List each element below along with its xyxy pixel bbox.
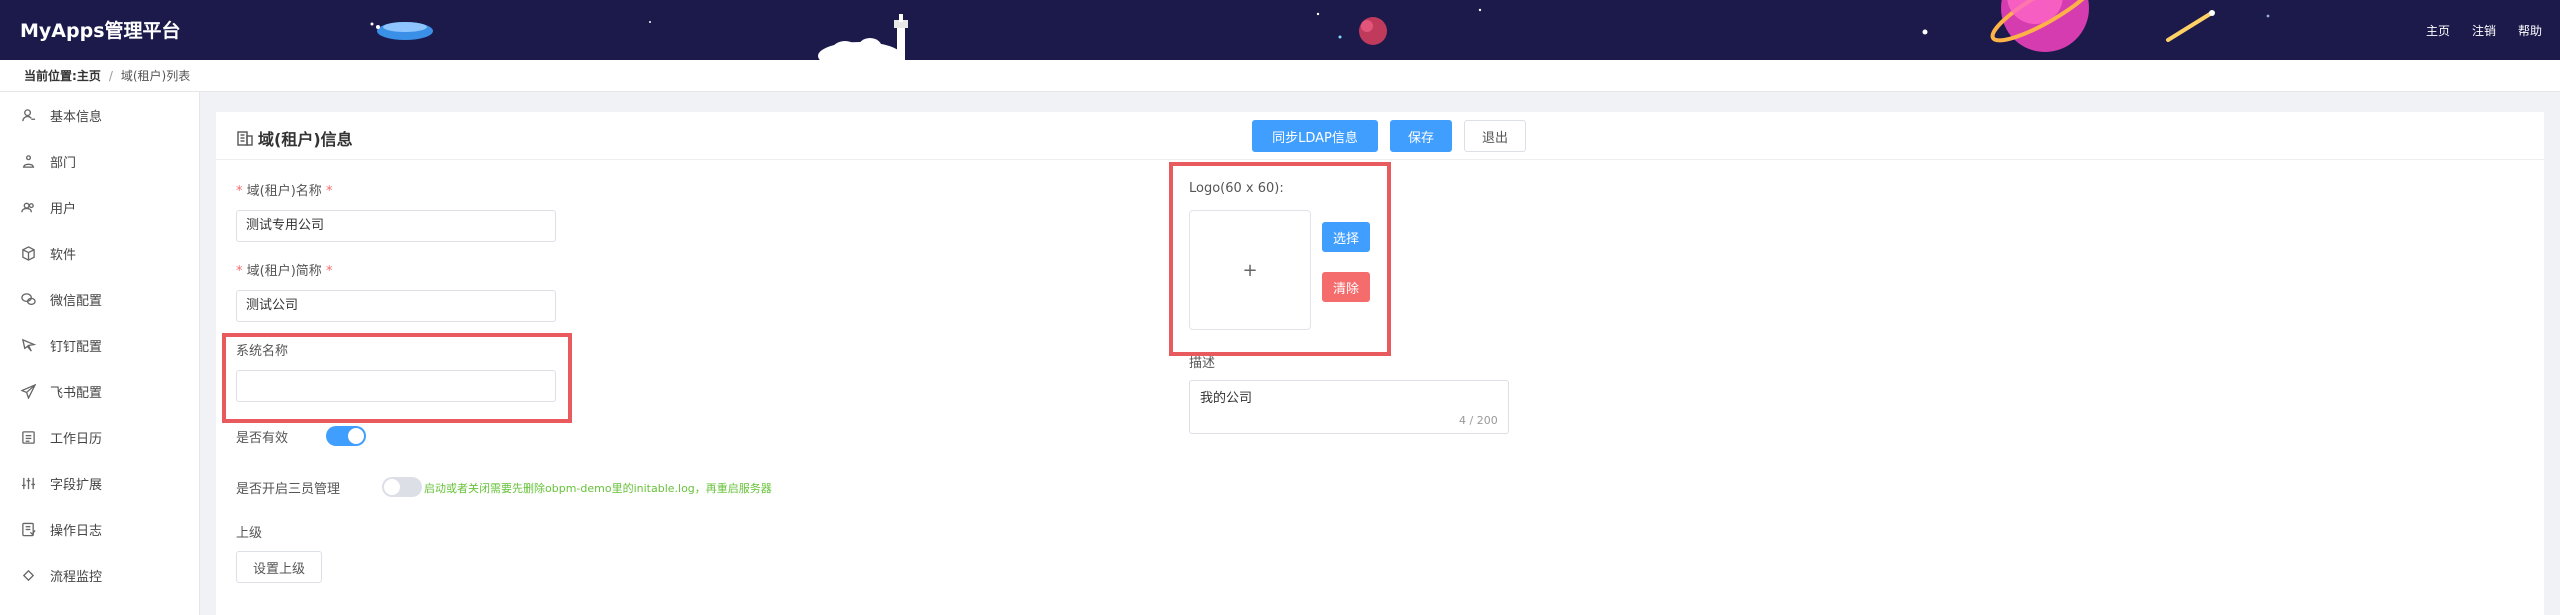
sidebar-item-users[interactable]: 用户: [0, 184, 199, 230]
header-illustration: [370, 0, 2270, 60]
wechat-icon: [20, 291, 36, 307]
domain-short-name-input[interactable]: 测试公司: [236, 290, 556, 322]
log-icon: [20, 521, 36, 537]
domain-name-input[interactable]: 测试专用公司: [236, 210, 556, 242]
top-header: MyApps管理平台 主页 注销 帮助: [0, 0, 2560, 60]
top-nav: 主页 注销 帮助: [2426, 22, 2542, 39]
sidebar-item-work-calendar[interactable]: 工作日历: [0, 414, 199, 460]
breadcrumb-prefix: 当前位置:: [24, 69, 77, 83]
sidebar-item-dingtalk[interactable]: 钉钉配置: [0, 322, 199, 368]
breadcrumb: 当前位置: 主页 / 域(租户)列表: [0, 60, 2560, 92]
org-chart-icon: [20, 153, 36, 169]
sidebar-item-label: 工作日历: [50, 431, 103, 447]
description-counter: 4 / 200: [1459, 414, 1498, 427]
sidebar-item-label: 软件: [50, 247, 77, 263]
calendar-icon: [20, 429, 36, 445]
sidebar-item-label: 基本信息: [50, 109, 103, 125]
set-parent-button[interactable]: 设置上级: [236, 551, 322, 583]
domain-name-label: * 域(租户)名称 *: [236, 184, 333, 199]
panel-title: 域(租户)信息: [236, 126, 353, 150]
app-title: MyApps管理平台: [20, 20, 181, 42]
sidebar: 基本信息 部门 用户 软件 微信配置 钉钉配置 飞书配置 工作日历 字段扩展 操…: [0, 92, 200, 615]
diamond-icon: [20, 567, 36, 583]
sidebar-item-label: 钉钉配置: [50, 339, 103, 355]
three-admin-switch[interactable]: [382, 477, 422, 497]
sidebar-item-basic-info[interactable]: 基本信息: [0, 92, 199, 138]
sidebar-item-label: 部门: [50, 155, 77, 171]
highlight-system-name: [222, 333, 572, 423]
nav-home-link[interactable]: 主页: [2426, 22, 2450, 39]
highlight-logo: [1169, 162, 1391, 356]
sidebar-item-label: 微信配置: [50, 293, 103, 309]
user-info-icon: [20, 107, 36, 123]
panel-header: 域(租户)信息 同步LDAP信息 保存 退出: [216, 112, 2544, 160]
nav-help-link[interactable]: 帮助: [2518, 22, 2542, 39]
three-admin-hint: 启动或者关闭需要先删除obpm-demo里的initable.log，再重启服务…: [424, 482, 772, 495]
users-icon: [20, 199, 36, 215]
sidebar-item-feishu[interactable]: 飞书配置: [0, 368, 199, 414]
breadcrumb-current: 域(租户)列表: [120, 69, 191, 83]
domain-short-name-label: * 域(租户)简称 *: [236, 264, 333, 279]
breadcrumb-separator: /: [108, 68, 113, 83]
sidebar-item-label: 飞书配置: [50, 385, 103, 401]
paper-plane-icon: [20, 383, 36, 399]
sidebar-item-software[interactable]: 软件: [0, 230, 199, 276]
save-button[interactable]: 保存: [1390, 120, 1452, 152]
sidebar-item-field-extension[interactable]: 字段扩展: [0, 460, 199, 506]
is-active-switch[interactable]: [326, 426, 366, 446]
sidebar-item-operation-log[interactable]: 操作日志: [0, 506, 199, 552]
panel-title-text: 域(租户)信息: [258, 130, 353, 149]
sidebar-item-label: 用户: [50, 201, 77, 217]
parent-label: 上级: [236, 526, 263, 541]
building-icon: [236, 129, 258, 147]
breadcrumb-home-link[interactable]: 主页: [77, 67, 101, 84]
nav-logout-link[interactable]: 注销: [2472, 22, 2496, 39]
sidebar-item-label: 字段扩展: [50, 477, 103, 493]
sidebar-item-label: 流程监控: [50, 569, 103, 585]
is-active-label: 是否有效: [236, 431, 289, 446]
three-admin-label: 是否开启三员管理: [236, 482, 341, 497]
cube-icon: [20, 245, 36, 261]
sync-ldap-button[interactable]: 同步LDAP信息: [1252, 120, 1378, 152]
sidebar-item-process-monitor[interactable]: 流程监控: [0, 552, 199, 598]
sliders-icon: [20, 475, 36, 491]
sidebar-item-wechat[interactable]: 微信配置: [0, 276, 199, 322]
dingtalk-icon: [20, 337, 36, 353]
sidebar-item-departments[interactable]: 部门: [0, 138, 199, 184]
exit-button[interactable]: 退出: [1464, 120, 1526, 152]
sidebar-item-label: 操作日志: [50, 523, 103, 539]
